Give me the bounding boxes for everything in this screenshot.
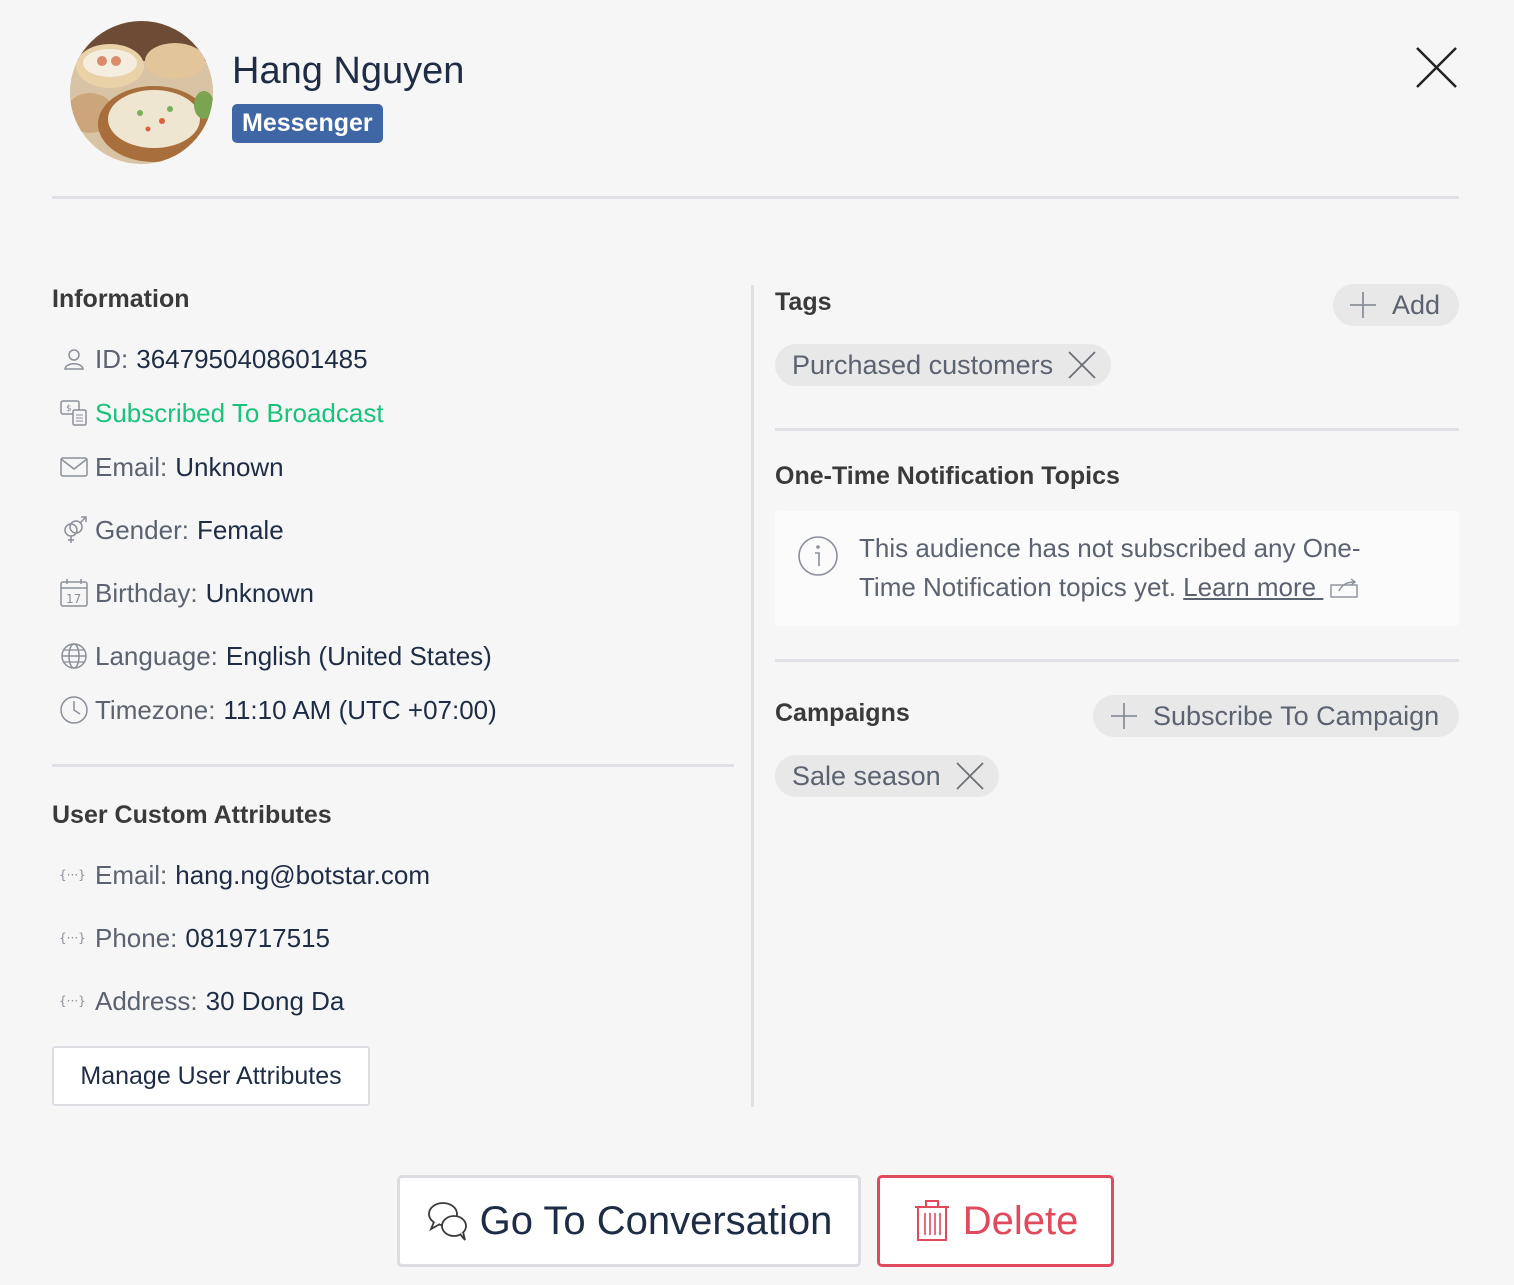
manage-user-attributes-button[interactable]: Manage User Attributes [52,1046,370,1106]
language-row: Language: English (United States) [58,638,492,674]
svg-text:{···}: {···} [59,868,86,882]
birthday-value: Unknown [205,577,315,608]
go-to-conversation-button[interactable]: Go To Conversation [397,1175,861,1267]
delete-label: Delete [962,1198,1079,1243]
calendar-icon: 17 [58,577,90,609]
tag-label: Purchased customers [792,349,1054,380]
email-row: Email: Unknown [58,449,284,485]
subscription-status: Subscribed To Broadcast [95,397,384,428]
gender-label: Gender: [95,514,189,545]
timezone-row: Timezone: 11:10 AM (UTC +07:00) [58,692,497,728]
globe-icon [58,640,90,672]
external-link-icon [1330,578,1359,598]
birthday-label: Birthday: [95,577,198,608]
trash-icon [914,1200,949,1241]
id-row: ID: 3647950408601485 [58,341,368,377]
custom-attribute-label: Email: [95,859,168,890]
otn-message-line1: This audience has not subscribed any One… [859,533,1361,563]
tag-chip: Purchased customers [775,344,1112,386]
gender-icon [58,514,90,546]
svg-text:{···}: {···} [59,994,86,1008]
chat-bubbles-icon [427,1202,467,1241]
custom-attributes-title: User Custom Attributes [52,801,332,829]
avatar [70,21,213,164]
subscribe-campaign-button[interactable]: Subscribe To Campaign [1093,695,1459,737]
gender-value: Female [196,514,284,545]
language-value: English (United States) [225,640,492,671]
timezone-label: Timezone: [95,694,216,725]
plus-icon [1111,703,1137,729]
custom-attribute-row: {···} Phone: 0819717515 [58,920,330,956]
custom-attribute-value: hang.ng@botstar.com [175,859,431,890]
birthday-row: 17 Birthday: Unknown [58,575,314,611]
avatar-food-image [70,21,213,164]
user-icon [58,343,90,375]
timezone-value: 11:10 AM (UTC +07:00) [223,694,497,725]
user-name: Hang Nguyen [232,50,465,92]
add-tag-button[interactable]: Add [1333,284,1459,326]
column-divider [751,285,754,1107]
id-value: 3647950408601485 [136,343,368,374]
tags-divider [775,428,1459,431]
custom-attribute-label: Phone: [95,922,178,953]
information-divider [52,764,734,767]
otn-title: One-Time Notification Topics [775,462,1120,490]
tags-title: Tags [775,288,832,316]
otn-divider [775,659,1459,662]
campaigns-title: Campaigns [775,699,910,727]
subscription-row: $ Subscribed To Broadcast [58,395,384,431]
add-tag-label: Add [1392,289,1441,320]
learn-more-label: Learn more [1183,572,1317,602]
svg-text:{···}: {···} [59,931,86,945]
remove-campaign-icon[interactable] [955,761,985,791]
header-divider [52,196,1459,199]
go-to-conversation-label: Go To Conversation [479,1198,833,1243]
variable-icon: {···} [58,922,90,954]
remove-tag-icon[interactable] [1067,350,1097,380]
subscribe-campaign-label: Subscribe To Campaign [1153,700,1440,731]
campaign-label: Sale season [792,760,941,791]
custom-attribute-value: 30 Dong Da [205,985,345,1016]
delete-button[interactable]: Delete [877,1175,1114,1267]
info-icon [798,536,838,576]
close-button[interactable] [1411,42,1461,92]
campaign-chip: Sale season [775,755,999,797]
custom-attribute-value: 0819717515 [185,922,331,953]
gender-row: Gender: Female [58,512,284,548]
otn-message: This audience has not subscribed any One… [859,529,1419,607]
variable-icon: {···} [58,859,90,891]
variable-icon: {···} [58,985,90,1017]
clock-icon [58,694,90,726]
id-label: ID: [95,343,129,374]
broadcast-icon: $ [58,397,90,429]
email-value: Unknown [175,451,284,482]
learn-more-link[interactable]: Learn more [1183,572,1361,602]
channel-badge: Messenger [232,104,383,143]
information-title: Information [52,285,190,313]
svg-text:$: $ [66,404,72,414]
custom-attribute-row: {···} Email: hang.ng@botstar.com [58,857,430,893]
email-label: Email: [95,451,168,482]
otn-notice: This audience has not subscribed any One… [775,511,1459,626]
custom-attribute-row: {···} Address: 30 Dong Da [58,983,344,1019]
envelope-icon [58,451,90,483]
calendar-icon-day: 17 [66,592,81,606]
otn-message-line2: Time Notification topics yet. [859,572,1176,602]
language-label: Language: [95,640,218,671]
custom-attribute-label: Address: [95,985,198,1016]
close-icon [1416,47,1457,88]
plus-icon [1350,292,1376,318]
